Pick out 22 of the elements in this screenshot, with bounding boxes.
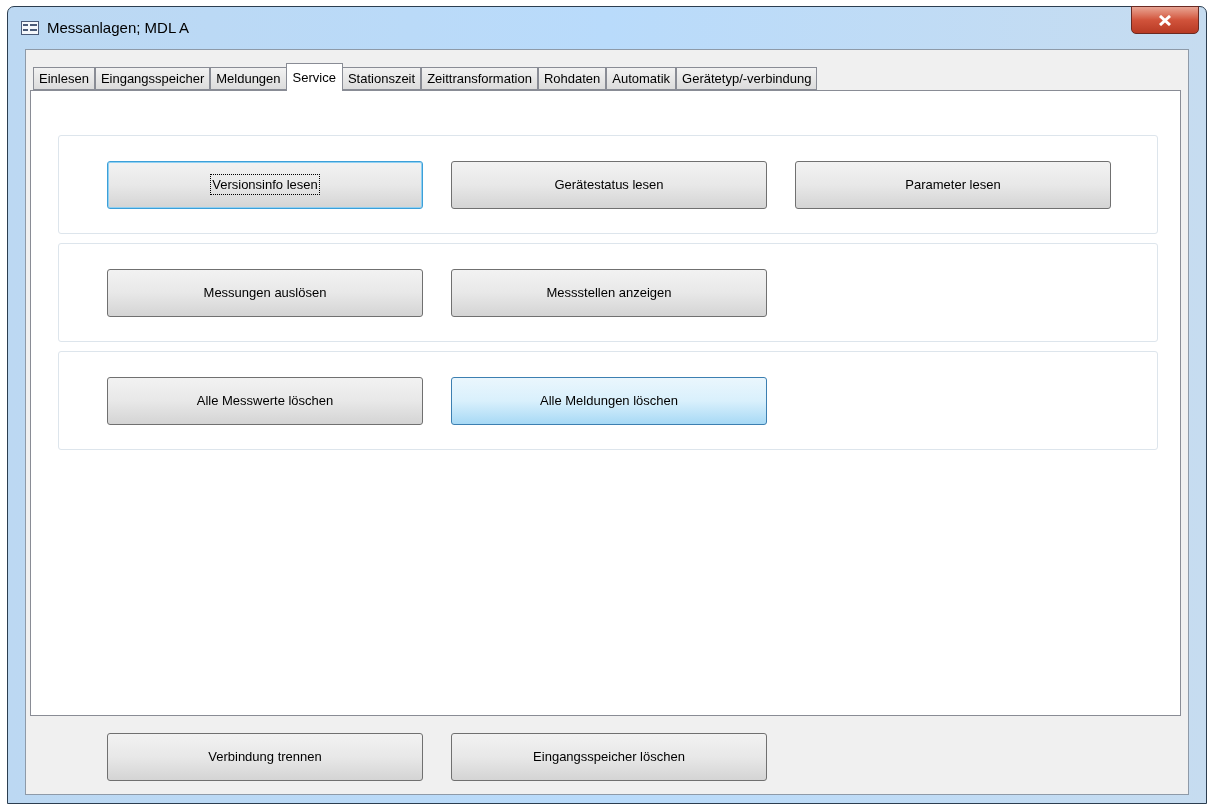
command-button[interactable]: Messstellen anzeigen <box>451 268 767 317</box>
tab[interactable]: Rohdaten <box>537 67 607 90</box>
command-button[interactable]: Eingangsspeicher löschen <box>451 733 767 781</box>
close-icon <box>1159 14 1171 26</box>
tab[interactable]: Automatik <box>606 67 677 90</box>
tab[interactable]: Stationszeit <box>341 67 422 90</box>
window-title: Messanlagen; MDL A <box>47 17 190 38</box>
command-button[interactable]: Alle Meldungen löschen <box>451 376 767 425</box>
command-button[interactable]: Gerätestatus lesen <box>451 160 767 209</box>
command-button[interactable]: Parameter lesen <box>795 160 1111 209</box>
tab[interactable]: Zeittransformation <box>421 67 538 90</box>
tab[interactable]: Meldungen <box>210 67 287 90</box>
command-button[interactable]: Alle Messwerte löschen <box>107 376 423 425</box>
tab[interactable]: Einlesen <box>33 67 95 90</box>
command-button[interactable]: Messungen auslösen <box>107 268 423 317</box>
command-button[interactable]: Versionsinfo lesen <box>107 160 423 209</box>
tab[interactable]: Gerätetyp/-verbindung <box>676 67 818 90</box>
tab[interactable]: Service <box>285 63 343 91</box>
form-icon <box>21 21 39 35</box>
close-button[interactable] <box>1131 6 1199 34</box>
command-button[interactable]: Verbindung trennen <box>107 733 423 781</box>
tab[interactable]: Eingangsspeicher <box>94 67 211 90</box>
